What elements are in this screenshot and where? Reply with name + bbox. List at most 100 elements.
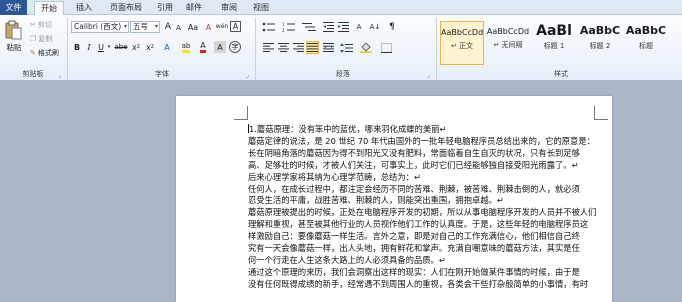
text-line: 样激励自己：要像蘑菇一样生活。言外之意，即是对自己的工作充满信心，他们相信自己终 bbox=[248, 231, 580, 242]
distribute-button[interactable] bbox=[322, 42, 334, 53]
borders-button[interactable] bbox=[379, 42, 393, 53]
font-size-value: 五号 bbox=[133, 22, 148, 31]
strikethrough-button[interactable]: abe bbox=[114, 41, 128, 53]
char-border-button[interactable]: A bbox=[230, 21, 241, 32]
text-line: 1.蘑菇原理：没有笨中的蓝优，哪来羽化成蝶的美丽↵ bbox=[248, 124, 601, 136]
tab-insert[interactable]: 插入 bbox=[70, 1, 98, 15]
clipboard-launcher-icon[interactable]: ⌟ bbox=[58, 72, 61, 79]
asian-layout-button[interactable]: A bbox=[353, 21, 365, 33]
superscript-icon: 2 bbox=[150, 44, 154, 50]
text-effects-icon: A bbox=[164, 42, 170, 52]
shrink-font-button[interactable]: A bbox=[174, 22, 183, 33]
italic-button[interactable]: I bbox=[84, 41, 94, 53]
indent-icon bbox=[337, 22, 349, 32]
text-line: 蘑菇原理被提出的时候，正处在电脑程序开发的初期，所以从事电脑程序开发的人员并不被… bbox=[248, 207, 597, 218]
tab-mailings[interactable]: 邮件 bbox=[183, 1, 205, 15]
scissors-icon: ✂ bbox=[30, 20, 36, 29]
text-line-content: 1.蘑菇原理：没有笨中的蓝优，哪来羽化成蝶的美丽↵ bbox=[249, 124, 447, 134]
phonetic-guide-button[interactable]: wén bbox=[216, 20, 228, 32]
document-body[interactable]: 1.蘑菇原理：没有笨中的蓝优，哪来羽化成蝶的美丽↵ 蘑菇定律的说法，是 20 世… bbox=[248, 124, 601, 291]
tab-file[interactable]: 文件 bbox=[0, 0, 27, 15]
outdent-icon bbox=[322, 22, 334, 32]
style-name: ↵ 正文 bbox=[450, 42, 474, 50]
paragraph-group-label: 段落 bbox=[336, 70, 350, 78]
numbered-list-icon: 12 bbox=[282, 22, 295, 32]
font-family-value: Calibri (西文) bbox=[74, 22, 122, 31]
multilevel-list-button[interactable] bbox=[301, 21, 317, 33]
svg-text:2: 2 bbox=[282, 28, 285, 32]
tab-view[interactable]: 视图 bbox=[250, 1, 272, 15]
format-painter-button[interactable]: ✎ 格式刷 bbox=[30, 47, 59, 58]
brush-icon: ✎ bbox=[30, 48, 36, 57]
style-heading-2[interactable]: AaBbC 标题 2 bbox=[578, 21, 622, 65]
paste-button[interactable]: 粘贴 bbox=[2, 42, 26, 52]
bold-button[interactable]: B bbox=[72, 41, 82, 53]
tab-references[interactable]: 引用 bbox=[154, 1, 176, 15]
pilcrow-icon: ¶ bbox=[389, 22, 395, 32]
grow-font-button[interactable]: A bbox=[163, 21, 173, 33]
align-right-button[interactable] bbox=[292, 42, 304, 53]
copy-icon: ❐ bbox=[30, 34, 37, 43]
align-center-icon bbox=[277, 43, 289, 52]
cut-button[interactable]: ✂ 剪切 bbox=[30, 19, 52, 30]
increase-indent-button[interactable] bbox=[337, 21, 349, 33]
style-no-spacing[interactable]: AaBbCcDd ↵ 无间隔 bbox=[486, 21, 530, 65]
chevron-down-icon[interactable]: ▾ bbox=[106, 41, 112, 53]
enclose-chars-button[interactable]: 字 bbox=[229, 41, 241, 53]
style-normal[interactable]: AaBbCcDd ↵ 正文 bbox=[440, 21, 484, 65]
sort-button[interactable]: A↓ bbox=[368, 21, 382, 33]
char-shading-button[interactable]: A bbox=[214, 41, 226, 53]
cut-label: 剪切 bbox=[37, 20, 52, 29]
group-separator bbox=[436, 18, 437, 80]
style-name: ↵ 无间隔 bbox=[493, 41, 523, 49]
paragraph-launcher-icon[interactable]: ⌟ bbox=[427, 72, 430, 79]
bullets-button[interactable] bbox=[261, 21, 277, 33]
asian-layout-label: A bbox=[356, 23, 362, 31]
justify-button[interactable] bbox=[306, 41, 319, 54]
tab-review[interactable]: 审阅 bbox=[218, 1, 240, 15]
bullet-list-icon bbox=[262, 22, 275, 32]
font-size-select[interactable]: 五号 ▾ bbox=[130, 21, 160, 33]
clear-format-button[interactable]: A bbox=[203, 21, 214, 33]
subscript-button[interactable]: x2 bbox=[130, 41, 142, 53]
font-family-select[interactable]: Calibri (西文) ▾ bbox=[71, 21, 129, 33]
shading-button[interactable] bbox=[359, 42, 373, 53]
sort-label: A↓ bbox=[369, 23, 381, 31]
format-painter-label: 格式刷 bbox=[37, 48, 59, 57]
text-effects-button[interactable]: A bbox=[160, 41, 174, 53]
font-launcher-icon[interactable]: ⌟ bbox=[246, 72, 249, 79]
align-center-button[interactable] bbox=[277, 42, 289, 53]
underline-button[interactable]: U bbox=[96, 41, 106, 53]
font-group-label: 字体 bbox=[155, 70, 169, 78]
paste-icon[interactable] bbox=[2, 19, 24, 41]
copy-button[interactable]: ❐ 复制 bbox=[30, 33, 52, 44]
text-line: 高、足够壮的时候，才被人们关注，可事实上，此时它们已经能够独自接受阳光雨露了。↵ bbox=[248, 159, 579, 170]
subscript-icon: 2 bbox=[136, 44, 140, 50]
tab-page-layout[interactable]: 页面布局 bbox=[104, 1, 148, 15]
line-spacing-button[interactable] bbox=[339, 42, 353, 53]
numbering-button[interactable]: 12 bbox=[281, 21, 297, 33]
line-spacing-icon bbox=[339, 42, 353, 53]
margin-mark-top-right bbox=[594, 106, 608, 120]
decrease-indent-button[interactable] bbox=[322, 21, 334, 33]
svg-text:1: 1 bbox=[282, 22, 285, 27]
text-line: 忍受生活的平庸，战胜苦难、荆棘的人，则能突出重围，拥抱卓越。↵ bbox=[248, 195, 504, 206]
superscript-button[interactable]: x2 bbox=[144, 41, 156, 53]
tab-home[interactable]: 开始 bbox=[34, 1, 64, 15]
style-sample: AaBbCcDd bbox=[486, 27, 530, 36]
show-marks-button[interactable]: ¶ bbox=[386, 21, 398, 33]
font-color-button[interactable]: A bbox=[196, 41, 210, 53]
style-heading-1[interactable]: AaBl 标题 1 bbox=[532, 21, 576, 65]
align-left-button[interactable] bbox=[262, 42, 274, 53]
multilevel-list-icon bbox=[302, 23, 316, 31]
ribbon-tab-bar: 文件 开始 插入 页面布局 引用 邮件 审阅 视图 bbox=[0, 0, 682, 15]
highlight-button[interactable]: ab bbox=[178, 41, 194, 53]
distributed-align-icon bbox=[322, 43, 334, 52]
style-sample: AaBl bbox=[536, 23, 572, 39]
text-line: 通过这个原理的来历，我们会洞察出这样的现实：人们在刚开始做某件事情的时候，由于是 bbox=[248, 266, 580, 277]
highlight-label: ab bbox=[181, 42, 191, 53]
document-page[interactable]: 1.蘑菇原理：没有笨中的蓝优，哪来羽化成蝶的美丽↵ 蘑菇定律的说法，是 20 世… bbox=[176, 96, 612, 302]
text-line: 后来心理学家将其纳为心理学范畴，总结为：↵ bbox=[248, 171, 421, 182]
change-case-button[interactable]: Aa bbox=[186, 21, 200, 33]
style-title[interactable]: AaBbC 标题 bbox=[624, 21, 668, 65]
